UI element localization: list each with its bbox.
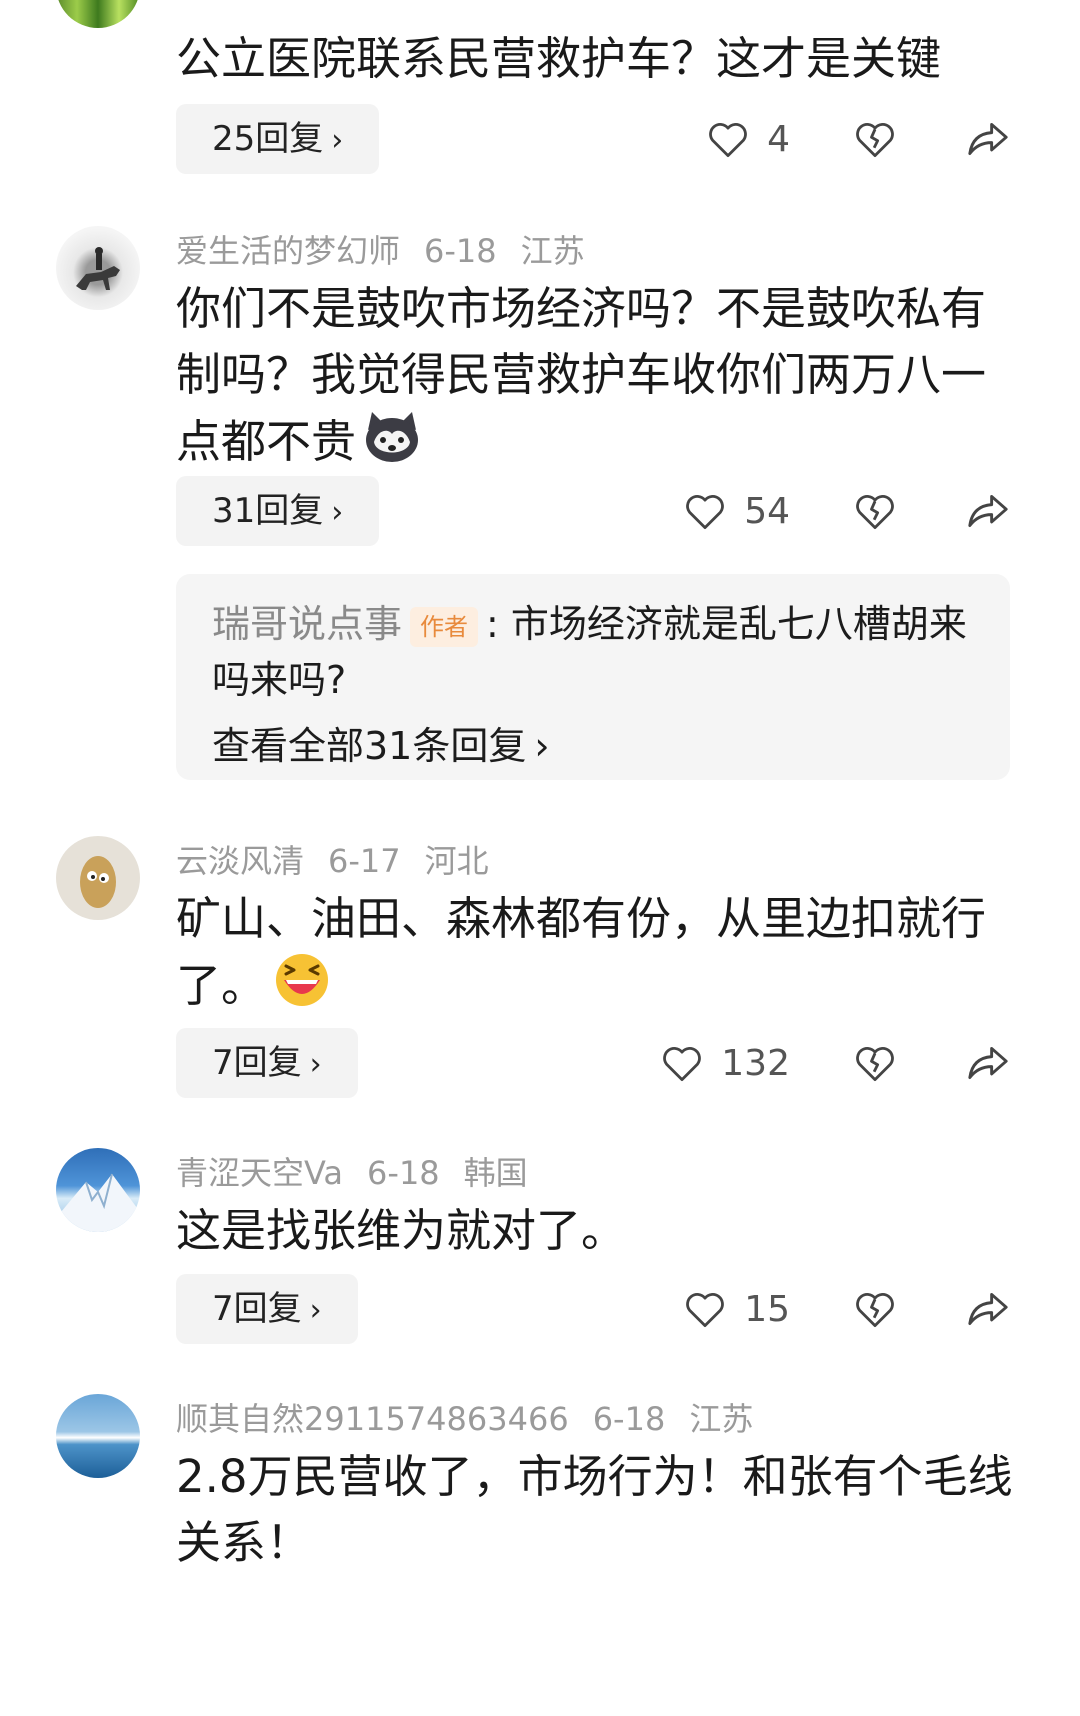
like-count: 132 — [721, 1042, 790, 1084]
sub-replies-box[interactable]: 瑞哥说点事 作者: 市场经济就是乱七八槽胡来吗来吗? 查看全部31条回复 › — [176, 574, 1010, 780]
avatar[interactable] — [56, 226, 140, 310]
replies-label: 25回复 — [212, 119, 324, 159]
view-all-replies-link[interactable]: 查看全部31条回复 › — [212, 718, 974, 774]
comment-meta: 爱生活的梦幻师 6-18 江苏 — [176, 226, 609, 272]
dislike-button[interactable] — [854, 1043, 896, 1083]
replies-button[interactable]: 7回复 › — [176, 1274, 358, 1344]
comment-text: 你们不是鼓吹市场经济吗？不是鼓吹私有制吗？我觉得民营救护车收你们两万八一点都不贵 — [176, 276, 1016, 482]
dislike-button[interactable] — [854, 1289, 896, 1329]
comment-location: 江苏 — [520, 232, 585, 270]
potato-character-image — [80, 856, 116, 908]
comment-actions: 54 — [684, 476, 1010, 546]
comment-meta: 青涩天空Va 6-18 韩国 — [176, 1148, 552, 1194]
comment-date: 6-17 — [328, 842, 401, 880]
chevron-right-icon: › — [331, 123, 344, 158]
comment-actions: 15 — [684, 1274, 1010, 1344]
dislike-button[interactable] — [854, 119, 896, 159]
laughing-emoji-icon — [272, 952, 332, 1026]
share-button[interactable] — [966, 119, 1010, 159]
comment-text: 2.8万民营收了，市场行为！和张有个毛线关系！ — [176, 1450, 1013, 1569]
comment-text: 矿山、油田、森林都有份，从里边扣就行了。 — [176, 886, 1016, 1026]
comment-location: 河北 — [424, 842, 489, 880]
share-button[interactable] — [966, 1289, 1010, 1329]
comment-actions: 4 — [707, 104, 1010, 174]
avatar[interactable] — [56, 836, 140, 920]
avatar[interactable] — [56, 1394, 140, 1478]
broken-heart-icon — [856, 1047, 894, 1082]
comment-author[interactable]: 爱生活的梦幻师 — [176, 232, 400, 270]
avatar[interactable] — [56, 1148, 140, 1232]
replies-button[interactable]: 31回复 › — [176, 476, 380, 546]
comment-meta: 顺其自然2911574863466 6-18 江苏 — [176, 1394, 777, 1440]
dislike-button[interactable] — [854, 491, 896, 531]
replies-button[interactable]: 7回复 › — [176, 1028, 358, 1098]
comment-text-content: 你们不是鼓吹市场经济吗？不是鼓吹私有制吗？我觉得民营救护车收你们两万八一点都不贵 — [176, 282, 987, 468]
like-count: 54 — [744, 490, 790, 532]
like-button[interactable]: 15 — [684, 1289, 790, 1330]
horse-rider-image — [76, 247, 120, 290]
share-arrow-icon — [968, 123, 1008, 156]
replies-button[interactable]: 25回复 › — [176, 104, 380, 174]
chevron-right-icon: › — [309, 1293, 322, 1328]
heart-outline-icon — [709, 123, 747, 158]
heart-outline-icon — [686, 1293, 725, 1328]
author-badge: 作者 — [410, 606, 479, 647]
comment-actions: 132 — [661, 1028, 1010, 1098]
broken-heart-icon — [856, 1293, 894, 1328]
share-arrow-icon — [968, 495, 1008, 527]
sub-reply-author[interactable]: 瑞哥说点事 — [212, 602, 402, 646]
replies-label: 7回复 — [212, 1043, 302, 1083]
comment-date: 6-18 — [424, 232, 497, 270]
view-all-label: 查看全部31条回复 — [212, 724, 527, 768]
snow-mountain-image — [56, 1173, 140, 1232]
chevron-right-icon: › — [331, 495, 344, 530]
comment-location: 江苏 — [689, 1400, 754, 1438]
comment-author[interactable]: 云淡风清 — [176, 842, 304, 880]
sub-reply: 瑞哥说点事 作者: 市场经济就是乱七八槽胡来吗来吗? — [212, 596, 974, 708]
like-button[interactable]: 54 — [684, 491, 790, 532]
sub-reply-separator: : — [486, 602, 511, 646]
like-button[interactable]: 132 — [661, 1043, 790, 1084]
replies-label: 7回复 — [212, 1289, 302, 1329]
husky-emoji-icon — [362, 408, 422, 482]
replies-label: 31回复 — [212, 491, 324, 531]
share-button[interactable] — [966, 1043, 1010, 1083]
comment-date: 6-18 — [367, 1154, 440, 1192]
avatar[interactable] — [56, 0, 140, 28]
like-button[interactable]: 4 — [707, 119, 790, 160]
chevron-right-icon: › — [534, 724, 550, 768]
comment-text: 公立医院联系民营救护车？这才是关键 — [176, 32, 942, 85]
share-arrow-icon — [968, 1047, 1008, 1079]
heart-outline-icon — [686, 495, 725, 530]
comment-date: 6-18 — [592, 1400, 666, 1438]
comment-text: 这是找张维为就对了。 — [176, 1204, 627, 1257]
comment-location: 韩国 — [463, 1154, 528, 1192]
heart-outline-icon — [663, 1047, 702, 1082]
like-count: 4 — [767, 118, 790, 160]
share-button[interactable] — [966, 491, 1010, 531]
chevron-right-icon: › — [309, 1047, 322, 1082]
broken-heart-icon — [856, 123, 894, 158]
broken-heart-icon — [856, 495, 894, 530]
comment-author[interactable]: 顺其自然2911574863466 — [176, 1400, 569, 1438]
comment-meta: 云淡风清 6-17 河北 — [176, 836, 513, 882]
comment-author[interactable]: 青涩天空Va — [176, 1154, 343, 1192]
like-count: 15 — [744, 1288, 790, 1330]
share-arrow-icon — [968, 1293, 1008, 1325]
